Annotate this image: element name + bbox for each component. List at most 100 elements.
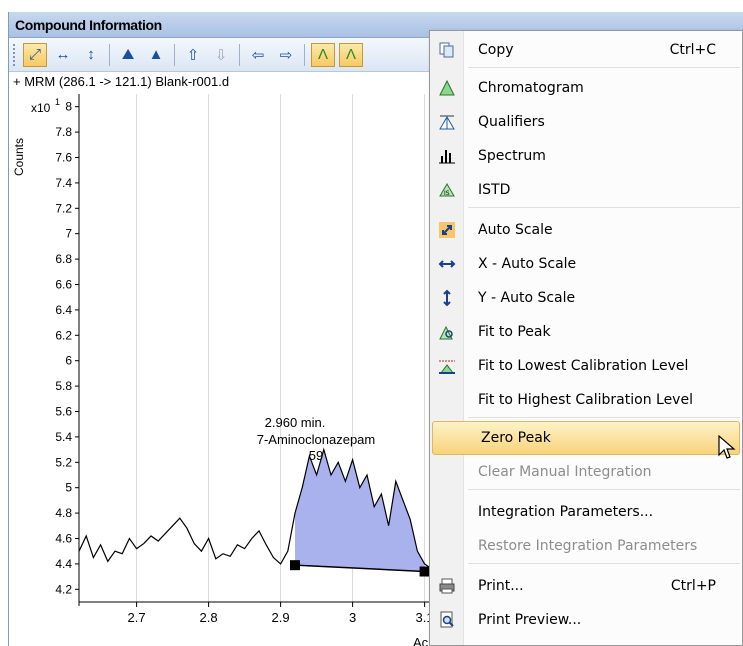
y-exponent: x10 [31, 101, 51, 115]
y-tick-label: 7 [65, 227, 72, 241]
menu-item-label: X - Auto Scale [478, 256, 577, 272]
menu-item-label: Fit to Highest Calibration Level [478, 392, 693, 408]
window-title: Compound Information [15, 16, 162, 33]
y-auto-scale-icon [430, 289, 464, 307]
auto-scale-icon [430, 221, 464, 239]
y-tick-label: 6.2 [55, 328, 72, 342]
menu-item-print-preview[interactable]: Print Preview... [430, 603, 742, 637]
chromatogram-button[interactable]: Λ [311, 42, 335, 67]
x-auto-scale-button[interactable]: ↔ [51, 43, 75, 67]
y-tick-label: 4.6 [55, 532, 72, 546]
y-tick-label: 5.8 [55, 379, 72, 393]
qualifiers-icon [430, 113, 464, 131]
y-tick-label: 7.4 [55, 176, 72, 190]
next-compound-button[interactable]: ⇩ [209, 43, 233, 67]
menu-item-label: Chromatogram [478, 80, 584, 96]
fit-to-lowest-calibration-button[interactable]: ▲ [144, 43, 168, 67]
menu-item-clear-manual-integration[interactable]: Clear Manual Integration [430, 455, 742, 489]
menu-item-label: Clear Manual Integration [478, 464, 652, 480]
menu-item-fit-to-peak[interactable]: Fit to Peak [430, 315, 742, 349]
copy-icon [430, 41, 464, 59]
auto-scale-button[interactable]: ⤢ [23, 42, 47, 67]
y-axis-label: Counts [12, 138, 26, 176]
menu-separator [468, 417, 740, 418]
print-icon [430, 577, 464, 595]
menu-item-label: Zero Peak [481, 430, 551, 446]
fit-to-peak-button[interactable]: ⛰ [116, 43, 140, 67]
menu-item-restore-integration-parameters[interactable]: Restore Integration Parameters [430, 529, 742, 563]
menu-item-copy[interactable]: Copy Ctrl+C [430, 33, 742, 67]
y-tick-label: 5.6 [55, 405, 72, 419]
menu-item-label: Y - Auto Scale [478, 290, 576, 306]
y-tick-label: 4.4 [55, 557, 72, 571]
y-tick-label: 6 [65, 354, 72, 368]
x-tick-label: 3 [349, 610, 356, 625]
y-tick-label: 4.2 [55, 582, 72, 596]
menu-item-label: Copy [478, 42, 514, 58]
menu-item-label: ISTD [478, 182, 511, 198]
menu-item-fit-to-highest-calibration-level[interactable]: Fit to Highest Calibration Level [430, 383, 742, 417]
y-tick-label: 6.8 [55, 252, 72, 266]
x-auto-scale-icon [430, 255, 464, 273]
y-tick-label: 7.8 [55, 125, 72, 139]
fit-to-lowest-calibration-icon: ▲ [148, 46, 164, 63]
menu-item-print[interactable]: Print... Ctrl+P [430, 569, 742, 603]
context-menu: Copy Ctrl+C Chromatogram Qualifiers Spectrum… [429, 30, 743, 646]
toolbar-separator [239, 43, 240, 66]
qualifiers-button[interactable]: Λ [339, 42, 363, 67]
menu-item-label: Qualifiers [478, 114, 545, 130]
menu-item-chromatogram[interactable]: Chromatogram [430, 71, 742, 105]
prev-compound-button[interactable]: ⇧ [181, 43, 205, 67]
menu-item-auto-scale[interactable]: Auto Scale [430, 213, 742, 247]
prev-sample-icon: ⇦ [251, 46, 265, 64]
menu-item-integration-parameters[interactable]: Integration Parameters... [430, 495, 742, 529]
y-tick-label: 7.6 [55, 151, 72, 165]
print-preview-icon [430, 611, 464, 629]
integration-start-handle[interactable] [290, 560, 300, 571]
fit-to-peak-icon [430, 323, 464, 341]
menu-item-fit-to-lowest-calibration-level[interactable]: Fit to Lowest Calibration Level [430, 349, 742, 383]
peak-label-time: 2.960 min. [265, 415, 326, 430]
menu-item-shortcut: Ctrl+P [670, 578, 716, 594]
next-compound-icon: ⇩ [214, 46, 228, 64]
next-sample-button[interactable]: ⇨ [274, 43, 298, 67]
toolbar-separator [304, 43, 305, 66]
menu-separator [468, 563, 740, 564]
menu-item-x-auto-scale[interactable]: X - Auto Scale [430, 247, 742, 281]
x-tick-label: 2.7 [128, 610, 146, 625]
chromatogram-chart[interactable]: Counts x10 1 2.7 2.8 2.9 3 3.187.87.67.47.27… [9, 72, 439, 646]
toolbar-grip[interactable] [13, 43, 17, 66]
chromatogram-icon [430, 79, 464, 97]
next-sample-icon: ⇨ [279, 46, 293, 64]
x-axis-label: Ac [413, 635, 429, 646]
menu-item-label: Restore Integration Parameters [478, 538, 698, 554]
toolbar-separator [174, 43, 175, 66]
menu-item-label: Print Preview... [478, 612, 582, 628]
menu-item-zero-peak[interactable]: Zero Peak [432, 421, 740, 455]
x-auto-scale-icon: ↔ [55, 46, 71, 63]
toolbar-separator [109, 43, 110, 66]
y-auto-scale-button[interactable]: ↕ [79, 43, 103, 67]
y-tick-label: 6.6 [55, 278, 72, 292]
prev-sample-button[interactable]: ⇦ [246, 43, 270, 67]
y-tick-label: 5.4 [55, 430, 72, 444]
y-tick-label: 4.8 [55, 506, 72, 520]
fit-to-peak-icon: ⛰ [121, 46, 135, 63]
menu-separator [468, 207, 740, 208]
peak-label-area: 59 [309, 448, 323, 463]
menu-item-spectrum[interactable]: Spectrum [430, 139, 742, 173]
chromatogram-plot[interactable]: + MRM (286.1 -> 121.1) Blank-r001.d Coun… [9, 72, 439, 646]
menu-separator [468, 67, 740, 68]
menu-item-shortcut: Ctrl+C [669, 42, 716, 58]
auto-scale-icon: ⤢ [28, 46, 41, 63]
menu-item-istd[interactable]: IS ISTD [430, 173, 742, 207]
menu-item-qualifiers[interactable]: Qualifiers [430, 105, 742, 139]
menu-item-label: Print... [478, 578, 524, 594]
y-tick-label: 7.2 [55, 201, 72, 215]
spectrum-icon [430, 147, 464, 165]
y-tick-label: 5 [65, 481, 72, 495]
y-tick-label: 6.4 [55, 303, 72, 317]
menu-item-label: Fit to Peak [478, 324, 551, 340]
menu-item-label: Integration Parameters... [478, 504, 654, 520]
menu-item-y-auto-scale[interactable]: Y - Auto Scale [430, 281, 742, 315]
